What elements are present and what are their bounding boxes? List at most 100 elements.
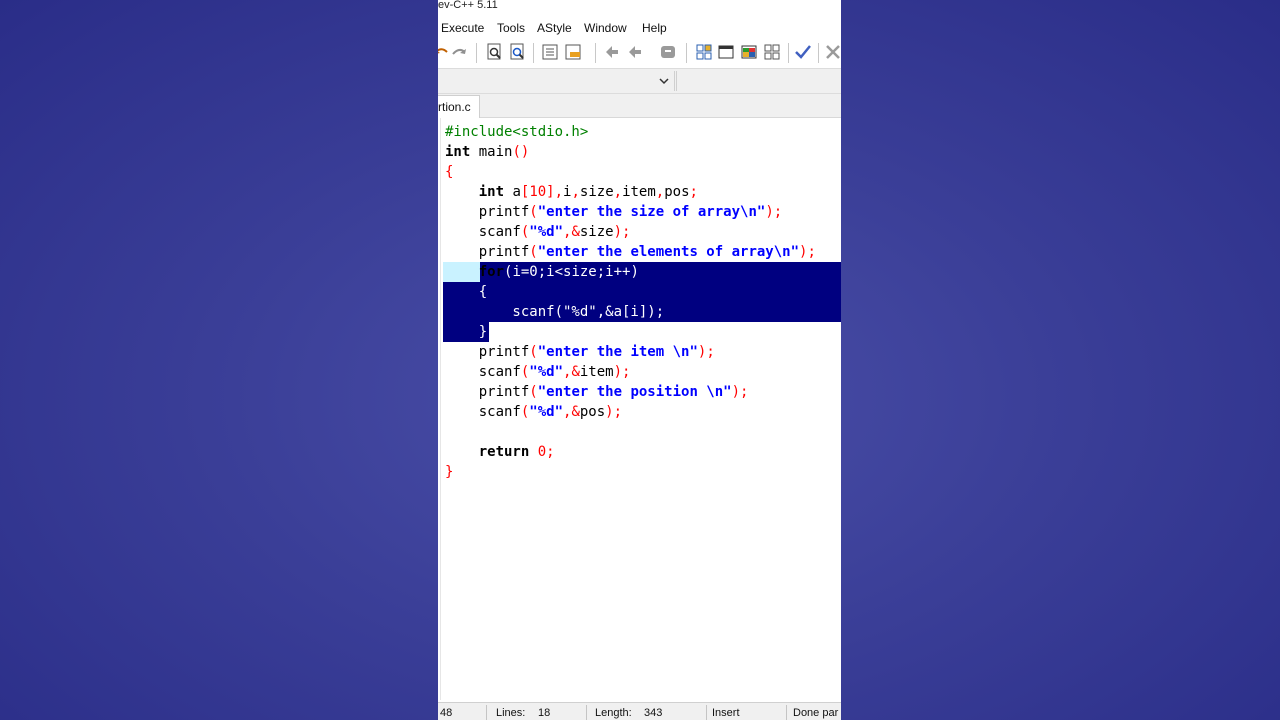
menu-help[interactable]: Help — [642, 21, 667, 35]
code-text: for(i=0;i<size;i++) — [445, 262, 639, 282]
code-token: item — [579, 364, 614, 380]
code-text: printf("enter the elements of array\n"); — [445, 242, 816, 262]
code-token: for — [445, 264, 505, 280]
window-icon[interactable] — [717, 43, 735, 61]
code-text: scanf("%d",&size); — [445, 222, 631, 242]
code-text: #include<stdio.h> — [445, 122, 588, 142]
code-token: ,& — [563, 364, 580, 380]
code-token: size — [579, 184, 614, 200]
redo-icon[interactable] — [450, 43, 468, 61]
code-text: } — [445, 322, 487, 342]
code-text: { — [445, 162, 453, 182]
code-token: int — [445, 144, 471, 160]
bookmark-icon[interactable] — [626, 43, 644, 61]
toggle-comment-icon[interactable] — [659, 43, 677, 61]
code-token: printf — [445, 244, 530, 260]
code-text: scanf("%d",&a[i]); — [445, 302, 664, 322]
code-text: int a[10],i,size,item,pos; — [445, 182, 698, 202]
goto-icon[interactable] — [603, 43, 621, 61]
code-token: ( — [529, 204, 538, 220]
grid-icon[interactable] — [763, 43, 781, 61]
code-token: ); — [697, 344, 715, 360]
code-text: printf("enter the item \n"); — [445, 342, 715, 362]
code-token: scanf — [445, 224, 521, 240]
layout-icon[interactable] — [695, 43, 713, 61]
code-token: scanf — [445, 404, 521, 420]
code-line[interactable]: scanf("%d",&item); — [438, 362, 841, 382]
code-line[interactable]: { — [438, 162, 841, 182]
code-text: int main() — [445, 142, 529, 162]
tab-source-file[interactable]: rtion.c — [438, 95, 480, 118]
code-line[interactable]: printf("enter the size of array\n"); — [438, 202, 841, 222]
code-token: ); — [605, 404, 623, 420]
code-line[interactable] — [438, 422, 841, 442]
class-browser-bar — [438, 68, 841, 94]
selection-highlight — [443, 282, 841, 302]
indent-icon[interactable] — [541, 43, 559, 61]
code-token: } — [445, 324, 488, 340]
code-token: scanf("%d",&a[i]); — [445, 304, 665, 320]
code-token: #include<stdio.h> — [445, 124, 589, 140]
code-line[interactable]: scanf("%d",&a[i]); — [438, 302, 841, 322]
find-icon[interactable] — [486, 43, 504, 61]
colors-icon[interactable] — [740, 43, 758, 61]
code-line[interactable]: { — [438, 282, 841, 302]
code-text: printf("enter the position \n"); — [445, 382, 749, 402]
function-dropdown[interactable] — [438, 71, 675, 91]
code-token: ,& — [563, 404, 580, 420]
code-line[interactable]: printf("enter the elements of array\n"); — [438, 242, 841, 262]
chevron-down-icon[interactable] — [658, 74, 670, 86]
code-token: "enter the position \n" — [537, 384, 732, 400]
code-line[interactable]: return 0; — [438, 442, 841, 462]
menu-execute[interactable]: Execute — [441, 21, 484, 35]
window-title: ev-C++ 5.11 — [438, 0, 498, 11]
status-mode: Insert — [712, 707, 740, 719]
code-token: 0 — [537, 444, 547, 460]
status-length-value: 343 — [644, 707, 663, 719]
code-token: ; — [546, 444, 555, 460]
undo-icon[interactable] — [438, 43, 450, 61]
code-token: "%d" — [529, 224, 564, 240]
code-token: ); — [731, 384, 749, 400]
code-line[interactable]: #include<stdio.h> — [438, 122, 841, 142]
code-line[interactable]: scanf("%d",&pos); — [438, 402, 841, 422]
menu-astyle[interactable]: AStyle — [537, 21, 572, 35]
code-line[interactable]: } — [438, 462, 841, 482]
code-line[interactable]: printf("enter the item \n"); — [438, 342, 841, 362]
code-token: return — [478, 444, 530, 460]
code-line[interactable]: scanf("%d",&size); — [438, 222, 841, 242]
code-token: { — [445, 284, 488, 300]
code-token: "%d" — [529, 364, 564, 380]
code-editor[interactable]: #include<stdio.h> int main() { int a[10],i… — [438, 118, 841, 700]
close-icon[interactable] — [824, 43, 841, 61]
check-icon[interactable] — [794, 43, 812, 61]
code-token: (i=0;i<size;i++) — [504, 264, 639, 280]
unindent-icon[interactable] — [564, 43, 582, 61]
find-replace-icon[interactable] — [509, 43, 527, 61]
code-token: ; — [689, 184, 698, 200]
code-token: ); — [765, 204, 783, 220]
code-token: , — [613, 184, 623, 200]
menu-tools[interactable]: Tools — [497, 21, 525, 35]
code-line[interactable]: } — [438, 322, 841, 342]
code-token: ); — [613, 224, 631, 240]
code-token: "enter the item \n" — [537, 344, 698, 360]
code-line[interactable]: int main() — [438, 142, 841, 162]
menu-window[interactable]: Window — [584, 21, 627, 35]
code-token: item — [622, 184, 656, 200]
code-token: printf — [445, 344, 530, 360]
code-line[interactable]: for(i=0;i<size;i++) — [438, 262, 841, 282]
scope-dropdown[interactable] — [676, 71, 841, 91]
code-line[interactable]: int a[10],i,size,item,pos; — [438, 182, 841, 202]
code-token: ( — [529, 244, 538, 260]
code-token: ); — [799, 244, 816, 260]
code-token: pos — [664, 184, 690, 200]
code-token: () — [512, 144, 530, 160]
code-token: 10 — [529, 184, 547, 200]
code-text: printf("enter the size of array\n"); — [445, 202, 782, 222]
code-text: { — [445, 282, 487, 302]
code-token: { — [445, 164, 454, 180]
code-line[interactable]: printf("enter the position \n"); — [438, 382, 841, 402]
